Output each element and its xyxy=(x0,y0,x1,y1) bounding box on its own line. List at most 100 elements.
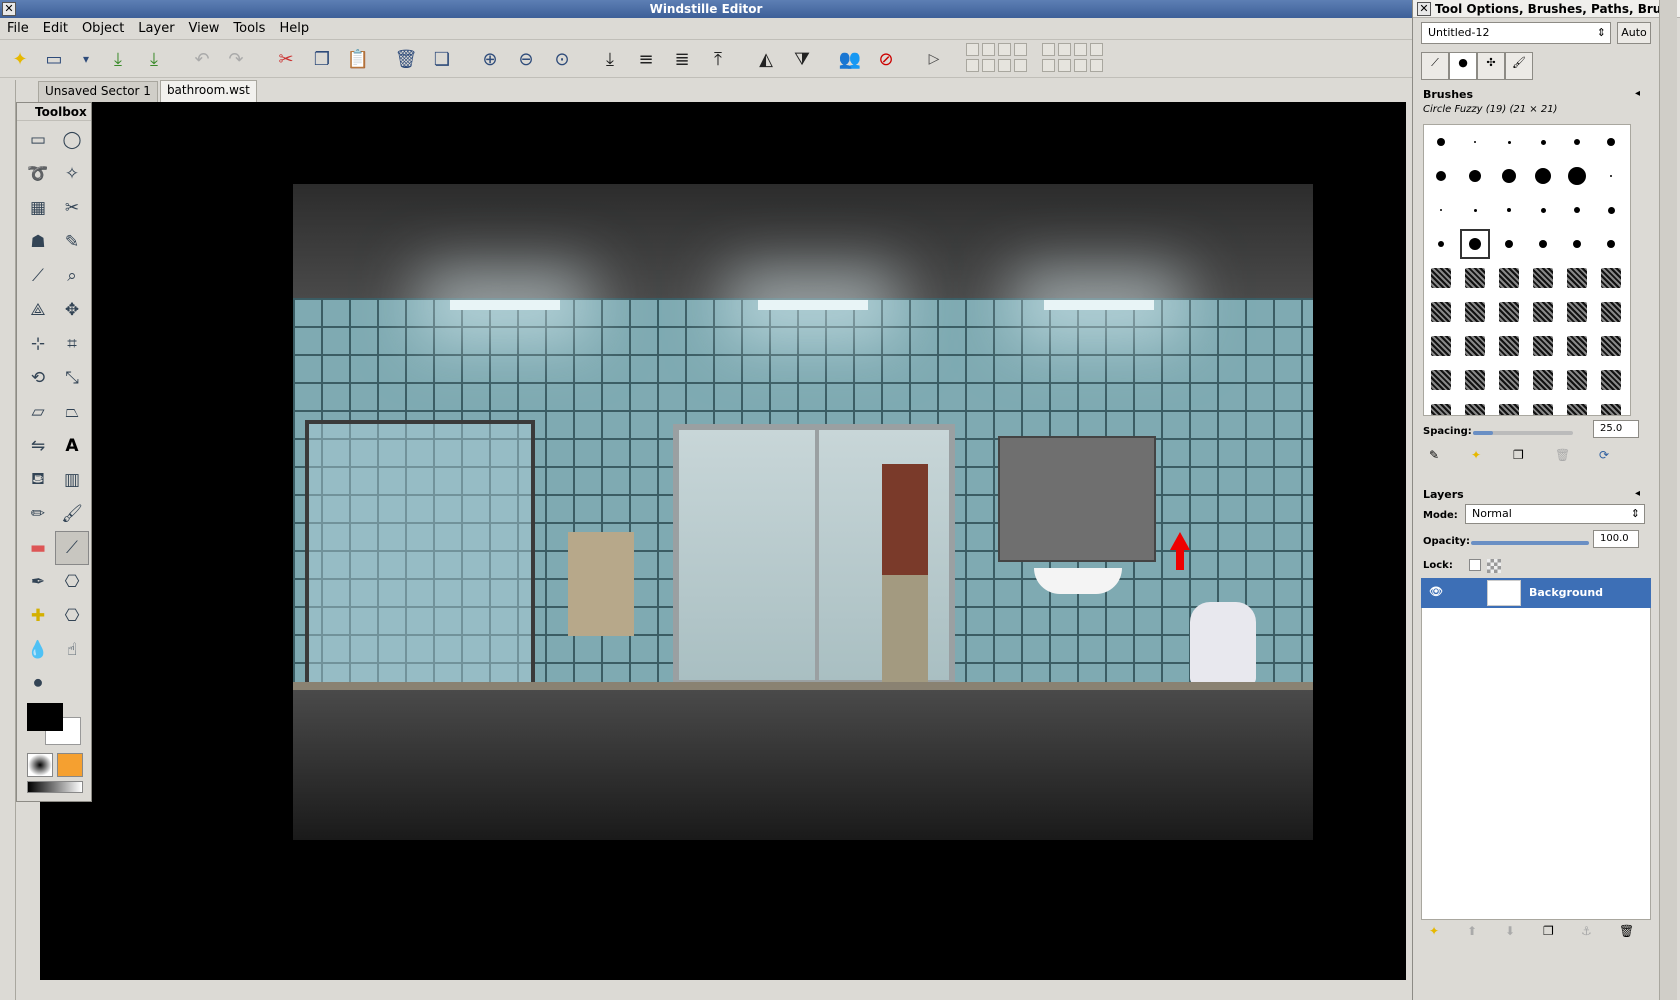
foreground-select-icon[interactable]: ☗ xyxy=(21,225,55,259)
brush-swatch[interactable] xyxy=(1560,295,1594,329)
brush-swatch[interactable] xyxy=(1594,261,1628,295)
brush-swatch[interactable] xyxy=(1492,397,1526,415)
brush-swatch[interactable] xyxy=(1458,261,1492,295)
brush-swatch[interactable] xyxy=(1492,261,1526,295)
paintbrush-icon[interactable]: 🖌 xyxy=(55,497,89,531)
brush-swatch[interactable] xyxy=(1492,159,1526,193)
brush-swatch[interactable] xyxy=(1526,397,1560,415)
perspective-icon[interactable]: ⏢ xyxy=(55,395,89,429)
brush-swatch[interactable] xyxy=(1560,397,1594,415)
ink-icon[interactable]: ✒ xyxy=(21,565,55,599)
brush-swatch[interactable] xyxy=(1458,363,1492,397)
clone-icon[interactable]: ⎔ xyxy=(55,565,89,599)
brush-swatch[interactable] xyxy=(1424,363,1458,397)
crop-icon[interactable]: ⌗ xyxy=(55,327,89,361)
brush-swatch[interactable] xyxy=(1560,125,1594,159)
brush-swatch[interactable] xyxy=(1526,261,1560,295)
player-character[interactable] xyxy=(882,464,928,686)
brush-swatch[interactable] xyxy=(1492,227,1526,261)
brush-swatch[interactable] xyxy=(1424,125,1458,159)
brush-swatch[interactable] xyxy=(1492,125,1526,159)
brush-swatch[interactable] xyxy=(1492,193,1526,227)
brush-swatch[interactable] xyxy=(1594,295,1628,329)
close-icon[interactable]: ✕ xyxy=(2,2,16,16)
align-icon[interactable]: ⊹ xyxy=(21,327,55,361)
brush-swatch[interactable] xyxy=(1458,193,1492,227)
zoom-in-icon[interactable]: ⊕ xyxy=(478,47,502,71)
lower-layer-icon[interactable]: ⬇ xyxy=(1505,924,1515,938)
brush-swatch[interactable] xyxy=(1526,363,1560,397)
brush-swatch[interactable] xyxy=(1526,159,1560,193)
menu-help[interactable]: Help xyxy=(272,18,316,39)
paste-icon[interactable]: 📋 xyxy=(346,47,370,71)
anchor-layer-icon[interactable]: ⚓ xyxy=(1581,924,1592,938)
flip-icon[interactable]: ⇋ xyxy=(21,429,55,463)
brush-swatch[interactable] xyxy=(1526,295,1560,329)
brush-swatch[interactable] xyxy=(1560,329,1594,363)
duplicate-layer-icon[interactable]: ❐ xyxy=(1543,924,1554,938)
brush-swatch[interactable] xyxy=(1458,397,1492,415)
brush-swatch[interactable] xyxy=(1424,397,1458,415)
brush-swatch[interactable] xyxy=(1594,125,1628,159)
brush-swatch[interactable] xyxy=(1458,295,1492,329)
move-icon[interactable]: ✥ xyxy=(55,293,89,327)
brush-swatch[interactable] xyxy=(1526,125,1560,159)
sink[interactable] xyxy=(1034,568,1122,594)
save-as-icon[interactable]: ⤓ xyxy=(142,47,166,71)
image-combo[interactable]: Untitled-12 ⇕ xyxy=(1421,22,1611,44)
lower-to-bottom-icon[interactable]: ⤓ xyxy=(598,47,622,71)
shower-cabin[interactable] xyxy=(305,420,535,688)
copy-icon[interactable]: ❐ xyxy=(310,47,334,71)
eye-icon[interactable]: 👁 xyxy=(1429,585,1443,598)
mirror[interactable] xyxy=(998,436,1156,562)
panel-menu-icon[interactable]: ◂ xyxy=(1635,88,1640,99)
close-icon[interactable]: ✕ xyxy=(1417,2,1431,16)
menu-view[interactable]: View xyxy=(182,18,227,39)
raise-to-top-icon[interactable]: ⤒ xyxy=(706,47,730,71)
foreground-color[interactable] xyxy=(27,703,63,731)
brush-swatch[interactable] xyxy=(1458,159,1492,193)
menu-file[interactable]: File xyxy=(0,18,36,39)
flip-vertical-icon[interactable]: ⧩ xyxy=(790,47,814,71)
brush-swatch[interactable] xyxy=(1424,193,1458,227)
brush-swatch[interactable] xyxy=(1560,193,1594,227)
tab-unsaved-sector[interactable]: Unsaved Sector 1 xyxy=(38,81,158,102)
spacing-input[interactable]: 25.0 xyxy=(1593,420,1639,438)
panel-menu-icon[interactable]: ◂ xyxy=(1635,488,1640,499)
towel[interactable] xyxy=(568,532,634,636)
brush-swatch[interactable] xyxy=(1458,227,1492,261)
tab-brushes[interactable]: ● xyxy=(1449,52,1477,80)
refresh-brushes-icon[interactable]: ⟳ xyxy=(1599,448,1609,462)
lasso-icon[interactable]: ➰ xyxy=(21,157,55,191)
layer-row-background[interactable]: 👁 Background xyxy=(1421,578,1651,608)
shear-icon[interactable]: ▱ xyxy=(21,395,55,429)
brush-swatch[interactable] xyxy=(1560,363,1594,397)
pencil-icon[interactable]: ✏ xyxy=(21,497,55,531)
brush-swatch[interactable] xyxy=(1526,193,1560,227)
tab-paths[interactable]: ✣ xyxy=(1477,52,1505,80)
new-file-icon[interactable]: ✦ xyxy=(8,47,32,71)
edit-brush-icon[interactable]: ✎ xyxy=(1429,448,1439,462)
layer-grid-b[interactable] xyxy=(1042,43,1103,72)
delete-layer-icon[interactable]: 🗑 xyxy=(1619,924,1634,938)
text-icon[interactable]: A xyxy=(55,429,89,463)
auto-button[interactable]: Auto xyxy=(1617,22,1651,44)
brush-swatch[interactable] xyxy=(1458,329,1492,363)
persons-icon[interactable]: 👥 xyxy=(838,47,862,71)
dropdown-icon[interactable]: ▾ xyxy=(74,47,98,71)
delete-brush-icon[interactable]: 🗑 xyxy=(1555,448,1570,462)
brush-swatch[interactable] xyxy=(1458,125,1492,159)
rotate-icon[interactable]: ⟲ xyxy=(21,361,55,395)
brush-swatch[interactable] xyxy=(1424,159,1458,193)
scene-canvas[interactable] xyxy=(40,102,1406,980)
brush-swatch[interactable] xyxy=(1424,227,1458,261)
delete-icon[interactable]: 🗑 xyxy=(394,47,418,71)
lower-icon[interactable]: ≡ xyxy=(634,47,658,71)
raise-layer-icon[interactable]: ⬆ xyxy=(1467,924,1477,938)
brush-swatch[interactable] xyxy=(1560,159,1594,193)
eraser-icon[interactable]: ▬ xyxy=(21,531,55,565)
brush-swatch[interactable] xyxy=(1526,329,1560,363)
opacity-input[interactable]: 100.0 xyxy=(1593,530,1639,548)
zoom-reset-icon[interactable]: ⊙ xyxy=(550,47,574,71)
tab-bathroom[interactable]: bathroom.wst xyxy=(159,80,257,102)
